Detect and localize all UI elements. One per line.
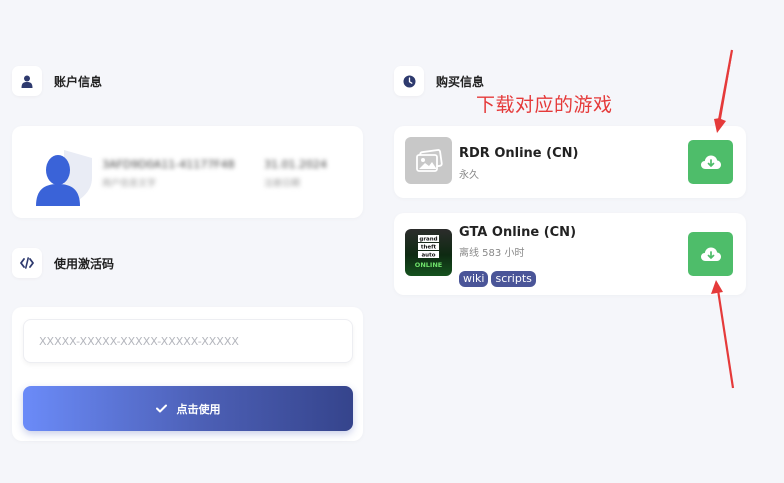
register-date-sub: 注册日期: [264, 179, 301, 189]
image-placeholder-icon: [405, 137, 452, 184]
download-button-gta[interactable]: [688, 232, 733, 276]
purchases-section-header: 购买信息: [394, 66, 484, 96]
account-card: 3AFD9D0A11-41177F48 用户信息文字 31.01.2024 注册…: [12, 126, 363, 218]
code-icon: [12, 248, 42, 278]
user-id: 3AFD9D0A11-41177F48: [102, 158, 235, 171]
user-id-sub: 用户信息文字: [102, 179, 157, 189]
game-name: RDR Online (CN): [459, 146, 579, 161]
activation-section-title: 使用激活码: [54, 256, 115, 271]
redeem-button[interactable]: 点击使用: [23, 386, 353, 431]
clock-icon: [394, 66, 424, 96]
svg-text:auto: auto: [421, 253, 435, 259]
purchases-section-title: 购买信息: [436, 74, 485, 89]
cloud-download-icon: [700, 155, 721, 169]
tag-scripts[interactable]: scripts: [491, 271, 536, 287]
tag-list: wiki scripts: [459, 267, 539, 287]
svg-text:grand: grand: [419, 237, 437, 243]
user-icon: [12, 66, 42, 96]
tag-wiki[interactable]: wiki: [459, 271, 489, 287]
account-section-header: 账户信息: [12, 66, 102, 96]
game-name: GTA Online (CN): [459, 225, 577, 240]
redeem-button-label: 点击使用: [176, 402, 221, 416]
annotation-text: 下载对应的游戏: [476, 94, 613, 116]
activation-code-input[interactable]: [23, 319, 353, 363]
account-section-title: 账户信息: [54, 74, 103, 89]
register-date: 31.01.2024: [264, 158, 327, 171]
game-card-rdr: RDR Online (CN) 永久: [394, 126, 746, 198]
check-icon: [155, 404, 167, 413]
download-button-rdr[interactable]: [688, 140, 733, 184]
gta-cover-image: grand theft auto ONLINE: [405, 229, 452, 276]
avatar: [34, 148, 94, 206]
game-card-gta: grand theft auto ONLINE GTA Online (CN) …: [394, 213, 746, 295]
cloud-download-icon: [700, 247, 721, 261]
game-subtitle: 离线 583 小时: [459, 248, 525, 259]
activation-section-header: 使用激活码: [12, 248, 114, 278]
game-subtitle: 永久: [459, 170, 479, 181]
svg-text:ONLINE: ONLINE: [415, 261, 442, 269]
svg-text:theft: theft: [421, 245, 437, 251]
